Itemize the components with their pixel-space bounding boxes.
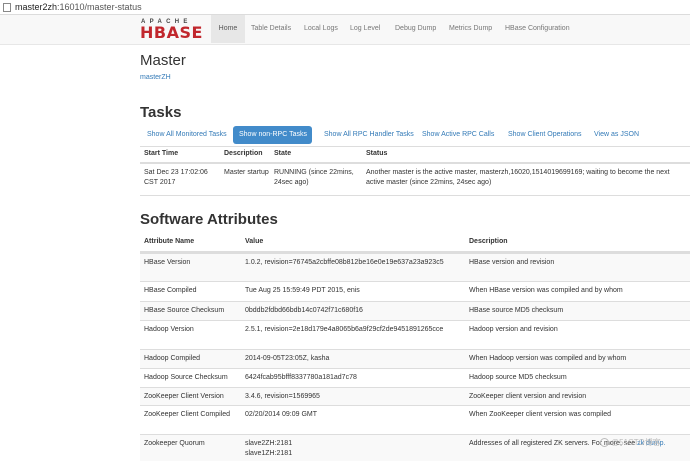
software-attributes-heading: Software Attributes — [140, 211, 278, 228]
attr-desc: ZooKeeper client version and revision — [469, 393, 587, 400]
attr-row-hbase-checksum: HBase Source Checksum 0bddb2fdbd66bdb14c… — [140, 301, 690, 320]
attr-col-value: Value — [245, 238, 264, 245]
task-start-time: Sat Dec 23 17:02:06 CST 2017 — [144, 169, 208, 186]
attr-desc: When HBase version was compiled and by w… — [469, 287, 623, 294]
attr-name: Zookeeper Quorum — [144, 440, 205, 447]
logo-hbase-text: HBASE — [140, 23, 203, 42]
attr-row-zk-client-version: ZooKeeper Client Version 3.4.6, revision… — [140, 387, 690, 405]
attr-desc: When ZooKeeper client version was compil… — [469, 411, 612, 418]
master-heading: Master — [140, 52, 186, 69]
url-text[interactable]: master2zh:16010/master-status — [15, 1, 142, 13]
nav-hbase-configuration[interactable]: HBase Configuration — [505, 15, 570, 43]
nav-log-level[interactable]: Log Level — [350, 15, 380, 43]
attr-col-description: Description — [469, 238, 508, 245]
nav-debug-dump[interactable]: Debug Dump — [395, 15, 436, 43]
task-state: RUNNING (since 22mins, 24sec ago) — [274, 169, 354, 186]
view-as-json-link[interactable]: View as JSON — [588, 126, 645, 144]
attr-name: HBase Version — [144, 259, 191, 266]
attr-desc: Hadoop source MD5 checksum — [469, 374, 567, 381]
attr-value: slave2ZH:2181 slave1ZH:2181 — [245, 440, 293, 457]
filter-all-monitored-tasks[interactable]: Show All Monitored Tasks — [141, 126, 233, 144]
tasks-col-description: Description — [224, 150, 263, 157]
nav-metrics-dump[interactable]: Metrics Dump — [449, 15, 492, 43]
attr-desc: When Hadoop version was compiled and by … — [469, 355, 627, 362]
master-hostname-link[interactable]: masterZH — [140, 74, 171, 81]
attr-value: 6424fcab95bfff8337780a181ad7c78 — [245, 374, 357, 381]
attr-value: 2.5.1, revision=2e18d179e4a8065b6a9f29cf… — [245, 326, 444, 333]
filter-non-rpc-tasks[interactable]: Show non-RPC Tasks — [233, 126, 312, 144]
watermark: @51CTO博客 — [600, 437, 661, 448]
attr-col-name: Attribute Name — [144, 238, 195, 245]
tasks-heading: Tasks — [140, 104, 182, 121]
filter-active-rpc-calls[interactable]: Show Active RPC Calls — [416, 126, 500, 144]
attr-desc: HBase version and revision — [469, 259, 555, 266]
attr-name: ZooKeeper Client Version — [144, 393, 224, 400]
tasks-col-status: Status — [366, 150, 388, 157]
task-status: Another master is the active master, mas… — [366, 169, 670, 186]
watermark-icon — [600, 438, 609, 448]
tasks-bottom-rule — [140, 195, 690, 196]
tasks-col-start-time: Start Time — [144, 150, 179, 157]
attr-header-row: Attribute Name Value Description — [140, 233, 690, 253]
page-icon — [3, 3, 11, 12]
hbase-logo[interactable]: APACHE HBASE — [140, 18, 206, 42]
tasks-col-state: State — [274, 150, 292, 157]
browser-address-bar[interactable]: master2zh:16010/master-status — [0, 0, 690, 15]
attr-name: Hadoop Compiled — [144, 355, 201, 362]
attr-row-hadoop-version: Hadoop Version 2.5.1, revision=2e18d179e… — [140, 320, 690, 349]
navbar: APACHE HBASE Home Table Details Local Lo… — [0, 15, 690, 45]
attr-value: 3.4.6, revision=1569965 — [245, 393, 320, 400]
attr-desc: HBase source MD5 checksum — [469, 307, 564, 314]
attr-row-zk-client-compiled: ZooKeeper Client Compiled 02/20/2014 09:… — [140, 405, 690, 434]
nav-home[interactable]: Home — [211, 15, 245, 43]
attr-row-hbase-compiled: HBase Compiled Tue Aug 25 15:59:49 PDT 2… — [140, 281, 690, 301]
attr-row-hadoop-checksum: Hadoop Source Checksum 6424fcab95bfff833… — [140, 368, 690, 387]
attr-value: Tue Aug 25 15:59:49 PDT 2015, enis — [245, 287, 360, 294]
attr-name: Hadoop Version — [144, 326, 194, 333]
attr-name: HBase Source Checksum — [144, 307, 225, 314]
attr-row-hbase-version: HBase Version 1.0.2, revision=76745a2cbf… — [140, 253, 690, 281]
attr-value: 02/20/2014 09:09 GMT — [245, 411, 317, 418]
watermark-text: @51CTO博客 — [611, 438, 661, 447]
tasks-header-rule — [140, 162, 690, 164]
tasks-table-top-rule — [140, 146, 690, 147]
attr-name: HBase Compiled — [144, 287, 197, 294]
task-description: Master startup — [224, 169, 269, 176]
nav-table-details[interactable]: Table Details — [251, 15, 291, 43]
filter-client-operations[interactable]: Show Client Operations — [502, 126, 588, 144]
attr-value: 1.0.2, revision=76745a2cbffe08b812be16e0… — [245, 259, 444, 266]
attr-name: ZooKeeper Client Compiled — [144, 411, 230, 418]
attr-name: Hadoop Source Checksum — [144, 374, 228, 381]
attr-value: 0bddb2fdbd66bdb14c0742f71c680f16 — [245, 307, 363, 314]
attr-desc: Hadoop version and revision — [469, 326, 558, 333]
nav-local-logs[interactable]: Local Logs — [304, 15, 338, 43]
attr-row-hadoop-compiled: Hadoop Compiled 2014-09-05T23:05Z, kasha… — [140, 349, 690, 368]
attr-value: 2014-09-05T23:05Z, kasha — [245, 355, 330, 362]
filter-rpc-handler-tasks[interactable]: Show All RPC Handler Tasks — [318, 126, 420, 144]
